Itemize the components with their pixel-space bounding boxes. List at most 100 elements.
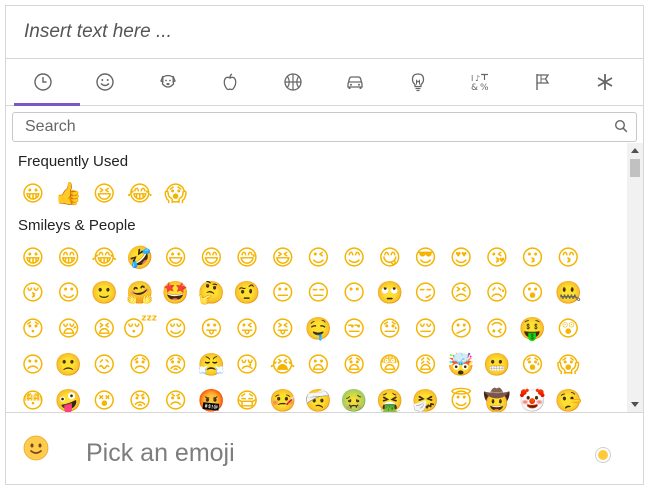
tab-symbols[interactable]: I ♪ & %: [449, 59, 511, 105]
emoji-button[interactable]: 🤤: [301, 316, 337, 344]
search-icon[interactable]: [614, 119, 628, 138]
emoji-button[interactable]: 😶: [336, 280, 372, 308]
emoji-button[interactable]: 🙁: [51, 352, 87, 380]
tab-objects[interactable]: [387, 59, 449, 105]
emoji-button[interactable]: 😠: [158, 388, 194, 413]
tab-animals-nature[interactable]: [137, 59, 199, 105]
emoji-button[interactable]: 😬: [479, 352, 515, 380]
emoji-button[interactable]: 😝: [265, 316, 301, 344]
emoji-button[interactable]: 😅: [229, 245, 265, 273]
emoji-button[interactable]: 😡: [122, 388, 158, 413]
tab-flags[interactable]: [512, 59, 574, 105]
emoji-button[interactable]: 😥: [479, 280, 515, 308]
emoji-button[interactable]: 😮: [515, 280, 551, 308]
emoji-button[interactable]: 😃: [158, 245, 194, 273]
emoji-button[interactable]: 😁: [51, 245, 87, 273]
emoji-button[interactable]: 🤣: [122, 245, 158, 273]
emoji-button[interactable]: 😨: [372, 352, 408, 380]
emoji-button[interactable]: 😭: [265, 352, 301, 380]
emoji-button[interactable]: 😯: [15, 316, 51, 344]
emoji-button[interactable]: 😵: [86, 388, 122, 413]
tab-custom[interactable]: [574, 59, 636, 105]
tab-travel-places[interactable]: [324, 59, 386, 105]
emoji-button[interactable]: 🤒: [265, 388, 301, 413]
emoji-button[interactable]: 😟: [158, 352, 194, 380]
emoji-button[interactable]: 😱: [550, 352, 586, 380]
emoji-button[interactable]: 😱: [158, 181, 194, 209]
emoji-button[interactable]: 🤮: [372, 388, 408, 413]
emoji-button[interactable]: 🤗: [122, 280, 158, 308]
tab-recent[interactable]: [12, 59, 80, 106]
emoji-button[interactable]: 🤑: [515, 316, 551, 344]
emoji-button[interactable]: 🤩: [158, 280, 194, 308]
emoji-button[interactable]: 🤬: [193, 388, 229, 413]
emoji-button[interactable]: 😂: [86, 245, 122, 273]
emoji-button[interactable]: 🤠: [479, 388, 515, 413]
emoji-button[interactable]: 😏: [408, 280, 444, 308]
emoji-button[interactable]: 😀: [15, 181, 51, 209]
emoji-button[interactable]: 😓: [372, 316, 408, 344]
emoji-button[interactable]: 😞: [122, 352, 158, 380]
emoji-button[interactable]: 😦: [301, 352, 337, 380]
search-box[interactable]: [12, 112, 637, 142]
emoji-button[interactable]: 😳: [15, 388, 51, 413]
emoji-button[interactable]: 😆: [86, 181, 122, 209]
emoji-list-scrollbar[interactable]: [627, 143, 643, 412]
emoji-button[interactable]: 😖: [86, 352, 122, 380]
emoji-button[interactable]: 😇: [443, 388, 479, 413]
text-input-area[interactable]: [6, 6, 643, 59]
emoji-button[interactable]: 😑: [301, 280, 337, 308]
emoji-button[interactable]: 😷: [229, 388, 265, 413]
emoji-button[interactable]: 😲: [550, 316, 586, 344]
skin-tone-selector[interactable]: [595, 447, 611, 463]
emoji-button[interactable]: 😌: [158, 316, 194, 344]
emoji-button[interactable]: 🤯: [443, 352, 479, 380]
emoji-button[interactable]: 😫: [86, 316, 122, 344]
tab-activity[interactable]: [262, 59, 324, 105]
emoji-button[interactable]: 😗: [515, 245, 551, 273]
emoji-button[interactable]: 😙: [550, 245, 586, 273]
emoji-button[interactable]: 🤢: [336, 388, 372, 413]
emoji-button[interactable]: 😎: [408, 245, 444, 273]
emoji-button[interactable]: 😍: [443, 245, 479, 273]
emoji-button[interactable]: 😘: [479, 245, 515, 273]
emoji-button[interactable]: ☺: [51, 280, 87, 308]
emoji-button[interactable]: 😆: [265, 245, 301, 273]
emoji-button[interactable]: 🤪: [51, 388, 87, 413]
emoji-button[interactable]: ☹: [15, 352, 51, 380]
message-text-input[interactable]: [22, 20, 643, 44]
emoji-button[interactable]: 🤥: [550, 388, 586, 413]
emoji-button[interactable]: 😄: [193, 245, 229, 273]
emoji-button[interactable]: 😰: [515, 352, 551, 380]
emoji-button[interactable]: 😩: [408, 352, 444, 380]
emoji-button[interactable]: 😐: [265, 280, 301, 308]
emoji-button[interactable]: 🤡: [515, 388, 551, 413]
emoji-button[interactable]: 🤕: [301, 388, 337, 413]
emoji-button[interactable]: 🤨: [229, 280, 265, 308]
emoji-button[interactable]: 😛: [193, 316, 229, 344]
emoji-button[interactable]: 😣: [443, 280, 479, 308]
emoji-button[interactable]: 🤐: [550, 280, 586, 308]
emoji-button[interactable]: 🤧: [408, 388, 444, 413]
emoji-button[interactable]: 😔: [408, 316, 444, 344]
emoji-button[interactable]: 🙂: [86, 280, 122, 308]
emoji-button[interactable]: 😒: [336, 316, 372, 344]
scroll-up-arrow[interactable]: [627, 143, 643, 157]
emoji-button[interactable]: 🙄: [372, 280, 408, 308]
emoji-button[interactable]: 😂: [122, 181, 158, 209]
emoji-button[interactable]: 😧: [336, 352, 372, 380]
emoji-button[interactable]: 🤔: [193, 280, 229, 308]
emoji-button[interactable]: 😋: [372, 245, 408, 273]
emoji-button[interactable]: 😚: [15, 280, 51, 308]
search-input[interactable]: [23, 117, 587, 137]
emoji-button[interactable]: 😪: [51, 316, 87, 344]
emoji-button[interactable]: 😤: [193, 352, 229, 380]
tab-smileys-people[interactable]: [74, 59, 136, 105]
emoji-button[interactable]: 😢: [229, 352, 265, 380]
emoji-button[interactable]: 😴: [122, 316, 158, 344]
emoji-button[interactable]: 😀: [15, 245, 51, 273]
tab-food-drink[interactable]: [199, 59, 261, 105]
emoji-button[interactable]: 😊: [336, 245, 372, 273]
scroll-thumb[interactable]: [630, 159, 640, 177]
emoji-button[interactable]: 😉: [301, 245, 337, 273]
